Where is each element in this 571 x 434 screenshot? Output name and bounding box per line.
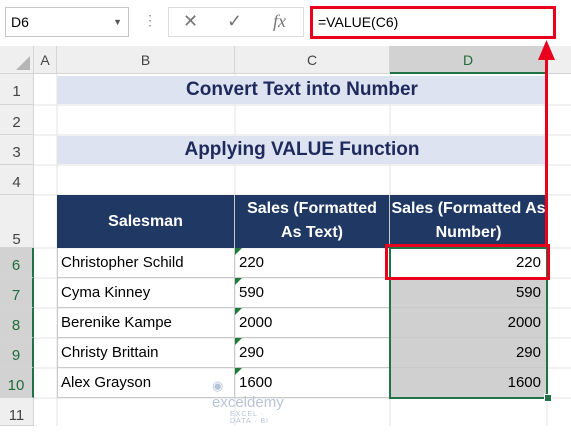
cell-c6-value: 220 <box>239 254 265 271</box>
error-indicator-icon[interactable] <box>235 248 242 255</box>
row-header-1[interactable]: 1 <box>0 74 34 105</box>
cell-b7[interactable]: Cyma Kinney <box>57 278 235 308</box>
column-header-a[interactable]: A <box>34 46 57 74</box>
row-header-3[interactable]: 3 <box>0 135 34 165</box>
formula-bar: D6 ▼ ⋮ ✕ ✓ fx =VALUE(C6) <box>0 0 571 46</box>
row-header-9[interactable]: 9 <box>0 338 34 368</box>
fill-handle[interactable] <box>544 394 552 402</box>
enter-check-icon[interactable]: ✓ <box>227 11 242 32</box>
formula-input[interactable]: =VALUE(C6) <box>310 6 556 39</box>
cancel-x-icon[interactable]: ✕ <box>183 11 198 32</box>
cell-c9[interactable]: 290 <box>235 338 390 368</box>
error-indicator-icon[interactable] <box>235 338 242 345</box>
cell-c7-value: 590 <box>239 284 265 301</box>
red-arrow-head-icon <box>538 40 555 60</box>
row-header-11[interactable]: 11 <box>0 398 34 426</box>
formula-buttons: ✕ ✓ fx <box>168 7 304 37</box>
header-sales-number: Sales (Formatted As Number) <box>390 195 547 248</box>
row-header-6[interactable]: 6 <box>0 248 34 278</box>
cell-c7[interactable]: 590 <box>235 278 390 308</box>
select-all-corner[interactable] <box>0 46 34 74</box>
column-header-c[interactable]: C <box>235 46 390 74</box>
cell-b9[interactable]: Christy Brittain <box>57 338 235 368</box>
cell-c6[interactable]: 220 <box>235 248 390 278</box>
more-options-icon[interactable]: ⋮ <box>143 12 157 29</box>
row-header-5[interactable]: 5 <box>0 195 34 248</box>
page-title: Convert Text into Number <box>57 76 547 104</box>
name-box-value: D6 <box>11 14 29 30</box>
row-header-2[interactable]: 2 <box>0 105 34 135</box>
watermark-brand: exceldemy <box>212 394 284 411</box>
watermark-logo-icon: ◉ <box>212 378 224 393</box>
row-header-8[interactable]: 8 <box>0 308 34 338</box>
header-sales-text: Sales (Formatted As Text) <box>235 195 390 248</box>
cell-c9-value: 290 <box>239 344 265 361</box>
chevron-down-icon[interactable]: ▼ <box>113 8 122 36</box>
cell-b10[interactable]: Alex Grayson <box>57 368 235 398</box>
highlight-box-d6 <box>385 244 550 280</box>
column-header-b[interactable]: B <box>57 46 235 74</box>
table-left-border <box>57 248 58 398</box>
fx-icon[interactable]: fx <box>273 11 286 32</box>
error-indicator-icon[interactable] <box>235 308 242 315</box>
watermark-tagline: EXCEL · DATA · BI <box>230 411 270 425</box>
row-header-4[interactable]: 4 <box>0 165 34 195</box>
cell-c8[interactable]: 2000 <box>235 308 390 338</box>
watermark: ◉ exceldemy EXCEL · DATA · BI <box>212 378 284 425</box>
header-salesman: Salesman <box>57 195 235 248</box>
row-header-10[interactable]: 10 <box>0 368 34 398</box>
section-subtitle: Applying VALUE Function <box>57 136 547 164</box>
row-header-7[interactable]: 7 <box>0 278 34 308</box>
cell-b8[interactable]: Berenike Kampe <box>57 308 235 338</box>
cell-b6[interactable]: Christopher Schild <box>57 248 235 278</box>
error-indicator-icon[interactable] <box>235 278 242 285</box>
name-box[interactable]: D6 ▼ <box>5 7 129 37</box>
column-header-d[interactable]: D <box>390 46 547 74</box>
red-arrow-line <box>545 58 548 246</box>
error-indicator-icon[interactable] <box>235 368 242 375</box>
cell-c8-value: 2000 <box>239 314 273 331</box>
